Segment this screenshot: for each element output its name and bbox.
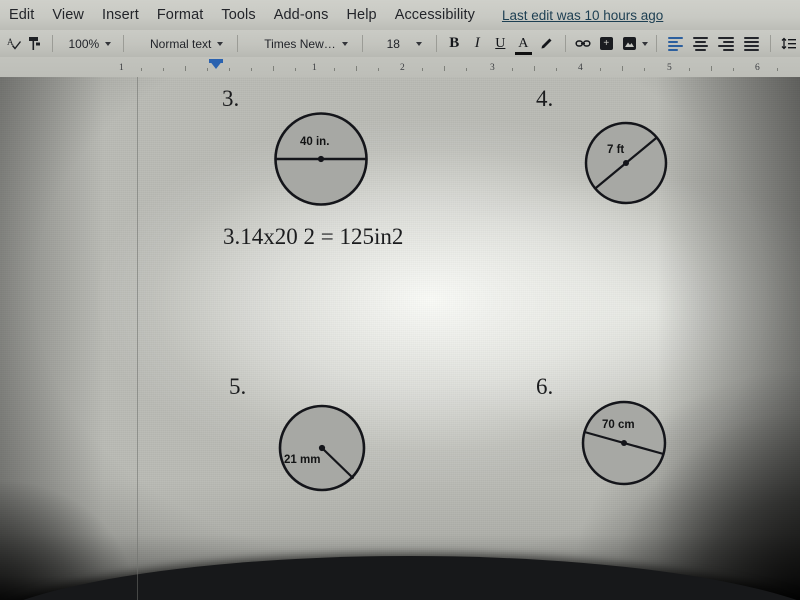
font-size-selector[interactable]: 18 bbox=[387, 37, 422, 51]
figure-label-3: 40 in. bbox=[300, 136, 330, 148]
app-chrome: Edit View Insert Format Tools Add-ons He… bbox=[0, 0, 800, 77]
align-center-icon[interactable] bbox=[693, 36, 709, 51]
problem-number-3: 3. bbox=[222, 86, 240, 111]
add-comment-icon[interactable]: + bbox=[598, 33, 615, 54]
ruler-number: 1 bbox=[312, 63, 317, 73]
insert-image-icon[interactable] bbox=[621, 33, 638, 54]
zoom-selector[interactable]: 100% bbox=[69, 37, 112, 51]
document-page[interactable]: 3. 40 in. 3.14x20 2 = 125in2 4. 7 ft 5. bbox=[137, 77, 800, 600]
laptop-screen-photo: 3. 40 in. 3.14x20 2 = 125in2 4. 7 ft 5. bbox=[0, 0, 800, 600]
toolbar-divider bbox=[564, 35, 566, 52]
menu-item-insert[interactable]: Insert bbox=[93, 7, 148, 23]
line-spacing-icon[interactable] bbox=[780, 33, 797, 54]
menu-item-accessibility[interactable]: Accessibility bbox=[386, 7, 484, 23]
toolbar-divider bbox=[655, 35, 657, 52]
toolbar-divider bbox=[770, 35, 772, 52]
chevron-down-icon[interactable] bbox=[641, 41, 648, 46]
chevron-down-icon bbox=[217, 41, 224, 46]
problem-number-5: 5. bbox=[229, 374, 247, 399]
figure-label-5: 21 mm bbox=[284, 454, 321, 466]
text-color-button[interactable]: A bbox=[514, 36, 532, 55]
paragraph-style-value: Normal text bbox=[150, 36, 212, 51]
last-edit-link[interactable]: Last edit was 10 hours ago bbox=[502, 8, 663, 23]
bold-button[interactable]: B bbox=[446, 33, 463, 54]
font-size-value: 18 bbox=[386, 36, 400, 51]
toolbar-divider bbox=[123, 35, 125, 52]
paragraph-style-selector[interactable]: Normal text bbox=[150, 36, 224, 51]
insert-link-icon[interactable] bbox=[575, 33, 592, 54]
toolbar-divider bbox=[435, 35, 437, 52]
chevron-down-icon bbox=[415, 41, 422, 46]
spellcheck-icon[interactable]: A bbox=[6, 33, 24, 54]
figure-label-6: 70 cm bbox=[602, 419, 635, 431]
align-left-icon[interactable] bbox=[667, 36, 684, 51]
circle-figure-3: 40 in. bbox=[271, 109, 371, 209]
problem-number-6: 6. bbox=[536, 374, 554, 399]
menu-item-view[interactable]: View bbox=[43, 7, 93, 23]
align-justify-icon[interactable] bbox=[743, 36, 760, 51]
ruler-number: 2 bbox=[400, 63, 405, 73]
ruler-number: 6 bbox=[755, 63, 760, 73]
menu-item-help[interactable]: Help bbox=[337, 7, 385, 23]
underline-button[interactable]: U bbox=[492, 33, 509, 54]
font-family-value: Times New… bbox=[264, 36, 336, 51]
menu-bar: Edit View Insert Format Tools Add-ons He… bbox=[0, 0, 800, 30]
toolbar-divider bbox=[237, 35, 239, 52]
student-work-text: 3.14x20 2 = 125in2 bbox=[223, 224, 404, 249]
ruler-number: 1 bbox=[119, 63, 124, 73]
font-family-selector[interactable]: Times New… bbox=[264, 37, 348, 51]
problem-number-4: 4. bbox=[536, 86, 554, 111]
formatting-toolbar: A 100% Normal text Times New… 18 B I U A… bbox=[0, 30, 800, 57]
menu-item-edit[interactable]: Edit bbox=[0, 7, 43, 23]
menu-item-format[interactable]: Format bbox=[148, 7, 213, 23]
ruler-number: 4 bbox=[578, 63, 583, 73]
paint-format-icon[interactable] bbox=[26, 33, 44, 54]
chevron-down-icon bbox=[105, 41, 112, 46]
left-indent-marker[interactable] bbox=[209, 60, 223, 69]
menu-item-tools[interactable]: Tools bbox=[212, 7, 264, 23]
italic-button[interactable]: I bbox=[469, 33, 486, 54]
toolbar-divider bbox=[361, 35, 363, 52]
chevron-down-icon bbox=[341, 41, 348, 46]
ruler-number: 3 bbox=[490, 63, 495, 73]
ruler-number: 5 bbox=[667, 63, 672, 73]
align-right-icon[interactable] bbox=[718, 36, 734, 51]
circle-figure-6: 70 cm bbox=[579, 398, 669, 488]
toolbar-divider bbox=[51, 35, 53, 52]
circle-figure-5: 21 mm bbox=[276, 402, 368, 494]
highlight-pen-icon[interactable] bbox=[538, 33, 555, 54]
zoom-value: 100% bbox=[68, 36, 100, 51]
horizontal-ruler[interactable]: 1 1 2 3 4 5 6 bbox=[0, 57, 800, 77]
bottom-left-shadow bbox=[0, 440, 150, 600]
menu-item-addons[interactable]: Add-ons bbox=[265, 7, 338, 23]
figure-label-4: 7 ft bbox=[607, 144, 625, 156]
circle-figure-4: 7 ft bbox=[582, 119, 670, 207]
page-left-margin-edge bbox=[137, 77, 138, 600]
